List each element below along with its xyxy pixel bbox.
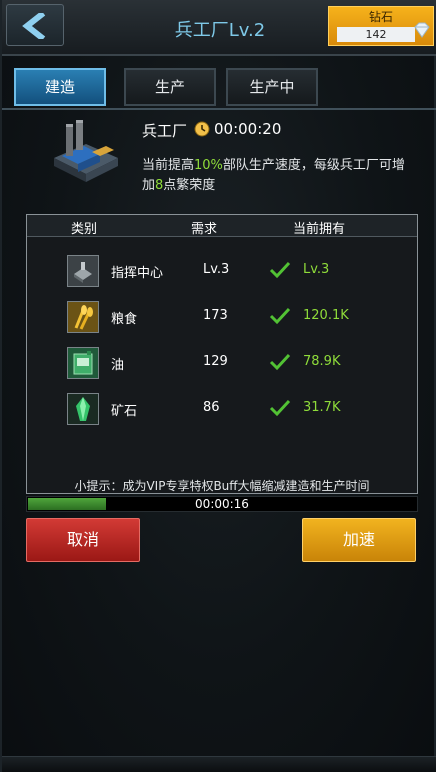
desc-percent: 10%	[194, 158, 223, 173]
factory-icon	[54, 120, 118, 182]
requirement-need: 86	[203, 400, 220, 415]
requirement-name: 粮食	[111, 312, 138, 327]
header-need: 需求	[191, 222, 218, 237]
back-arrow-icon	[22, 13, 46, 39]
build-progress-bar: 00:00:16	[26, 496, 418, 512]
grain-icon	[67, 301, 99, 333]
oil-icon	[67, 347, 99, 379]
requirement-name: 矿石	[111, 404, 138, 419]
screen: 兵工厂Lv.2 钻石 142 建造 生产 生产中 兵工厂 00:00:20 当前…	[0, 0, 436, 772]
requirement-need: 129	[203, 354, 228, 369]
tab-bar: 建造 生产 生产中	[14, 68, 426, 106]
requirement-name: 油	[111, 358, 125, 373]
requirement-have: Lv.3	[303, 262, 330, 277]
diamond-counter[interactable]: 钻石 142	[328, 6, 434, 46]
requirement-row: 粮食 173 120.1K	[27, 297, 417, 337]
bottom-bar	[2, 756, 436, 772]
cancel-button[interactable]: 取消	[26, 518, 140, 562]
progress-time: 00:00:16	[195, 497, 249, 511]
building-description: 当前提高10%部队生产速度，每级兵工厂可增加8点繁荣度	[142, 156, 412, 196]
diamond-icon	[414, 22, 430, 38]
ore-icon	[67, 393, 99, 425]
back-button[interactable]	[6, 4, 64, 46]
requirements-header: 类别 需求 当前拥有	[27, 215, 417, 237]
requirement-row: 指挥中心 Lv.3 Lv.3	[27, 251, 417, 291]
vip-tip: 小提示：成为VIP专享特权Buff大幅缩减建造和生产时间	[74, 479, 370, 493]
requirement-have: 78.9K	[303, 354, 341, 369]
desc-text: 点繁荣度	[163, 178, 216, 193]
requirement-name: 指挥中心	[111, 266, 164, 281]
requirement-have: 31.7K	[303, 400, 341, 415]
check-icon	[269, 399, 291, 417]
requirement-need: Lv.3	[203, 262, 230, 277]
desc-text: 当前提高	[142, 158, 195, 173]
tab-divider	[2, 108, 436, 110]
clock-icon	[194, 121, 210, 137]
requirement-row: 油 129 78.9K	[27, 343, 417, 383]
command-center-icon	[67, 255, 99, 287]
build-time: 00:00:20	[214, 120, 282, 138]
diamond-value: 142	[337, 27, 415, 42]
header: 兵工厂Lv.2 钻石 142	[2, 0, 436, 56]
check-icon	[269, 307, 291, 325]
tab-producing[interactable]: 生产中	[226, 68, 318, 106]
requirement-have: 120.1K	[303, 308, 349, 323]
speed-up-button[interactable]: 加速	[302, 518, 416, 562]
header-type: 类别	[71, 222, 98, 237]
building-name: 兵工厂	[142, 122, 188, 140]
tab-produce[interactable]: 生产	[124, 68, 216, 106]
requirement-row: 矿石 86 31.7K	[27, 389, 417, 429]
header-have: 当前拥有	[293, 222, 346, 237]
requirements-panel: 类别 需求 当前拥有 指挥中心 Lv.3 Lv.3 粮食 173 120.1K …	[26, 214, 418, 494]
page-title: 兵工厂Lv.2	[174, 20, 266, 41]
requirement-need: 173	[203, 308, 228, 323]
check-icon	[269, 353, 291, 371]
check-icon	[269, 261, 291, 279]
tab-build[interactable]: 建造	[14, 68, 106, 106]
